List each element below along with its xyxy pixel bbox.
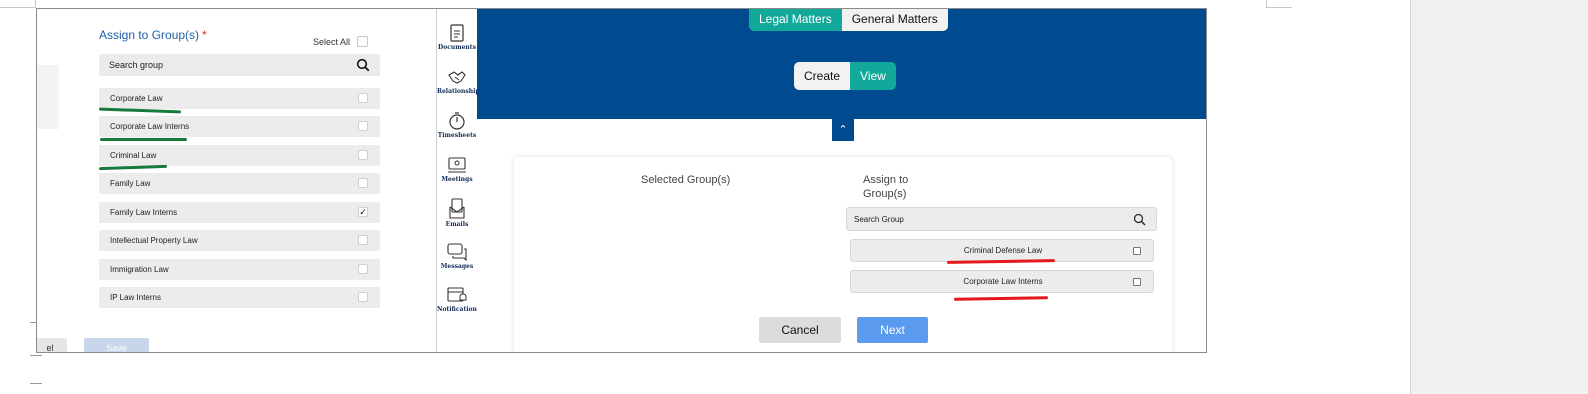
- stopwatch-icon: [437, 111, 477, 131]
- select-all-checkbox[interactable]: [357, 36, 368, 47]
- group-item-label: Immigration Law: [110, 265, 169, 274]
- group-checkbox[interactable]: [358, 235, 368, 245]
- group-item-corporate-law-interns[interactable]: Corporate Law Interns: [99, 116, 380, 137]
- group-checkbox[interactable]: [358, 264, 368, 274]
- required-mark: *: [202, 28, 207, 42]
- assign-groups-card: Selected Group(s) Assign to Group(s) Sea…: [514, 157, 1172, 352]
- green-underline-annotation: [100, 138, 187, 141]
- assign-groups-panel: Assign to Group(s) * Select All Search gr…: [37, 9, 436, 352]
- assign-to-groups-label: Assign to Group(s): [863, 174, 909, 200]
- group-checkbox-checked[interactable]: ✓: [358, 207, 368, 217]
- mode-toggle: Create View: [794, 62, 896, 90]
- meeting-icon: [437, 155, 477, 175]
- handshake-icon: [437, 67, 477, 87]
- group-item-criminal-law[interactable]: Criminal Law: [99, 145, 380, 166]
- margin-tick: [30, 383, 42, 384]
- sidebar-item-label: Meetings: [441, 176, 473, 183]
- group-checkbox[interactable]: [358, 93, 368, 103]
- group-item-label: Corporate Law: [110, 94, 163, 103]
- sidebar-item-notifications[interactable]: Notifications: [437, 285, 481, 313]
- group-checkbox[interactable]: [1133, 278, 1141, 286]
- search-group-field[interactable]: Search Group: [846, 207, 1157, 231]
- sidebar-item-timesheets[interactable]: Timesheets: [437, 111, 477, 139]
- cancel-button[interactable]: Cancel: [759, 317, 841, 343]
- group-checkbox[interactable]: [358, 150, 368, 160]
- tab-legal-matters[interactable]: Legal Matters: [749, 9, 842, 31]
- group-checkbox[interactable]: [358, 292, 368, 302]
- sidebar-item-label: Emails: [445, 221, 469, 228]
- panel-edge: [37, 65, 59, 129]
- group-item-label: Criminal Defense Law: [963, 246, 1043, 255]
- group-item-label: Corporate Law Interns: [110, 122, 190, 131]
- search-icon[interactable]: [1133, 213, 1146, 231]
- sidebar-item-label: Notifications: [437, 306, 481, 313]
- group-checkbox[interactable]: [358, 121, 368, 131]
- group-item-immigration-law[interactable]: Immigration Law: [99, 259, 380, 280]
- search-group-placeholder: Search group: [109, 60, 164, 70]
- select-all-label: Select All: [313, 37, 351, 47]
- group-checkbox[interactable]: [358, 178, 368, 188]
- sidebar-item-relationships[interactable]: Relationships: [437, 67, 483, 95]
- group-item-corporate-law-interns[interactable]: Corporate Law Interns: [850, 270, 1154, 293]
- tab-view[interactable]: View: [850, 62, 896, 90]
- page-margin-mark: [1266, 0, 1292, 8]
- matters-view: Legal Matters General Matters Create Vie…: [477, 9, 1206, 352]
- collapse-chevron-up-icon[interactable]: ⌃: [832, 119, 854, 141]
- group-item-family-law-interns[interactable]: Family Law Interns ✓: [99, 202, 380, 223]
- group-item-corporate-law[interactable]: Corporate Law: [99, 88, 380, 109]
- group-item-family-law[interactable]: Family Law: [99, 173, 380, 194]
- tab-create[interactable]: Create: [794, 62, 851, 90]
- documents-icon: [437, 23, 477, 43]
- selected-groups-label: Selected Group(s): [641, 174, 731, 186]
- matters-header: Legal Matters General Matters Create Vie…: [477, 9, 1206, 119]
- sidebar-item-meetings[interactable]: Meetings: [437, 155, 477, 183]
- sidebar-item-label: Messages: [440, 263, 474, 270]
- margin-tick: [30, 355, 42, 356]
- group-item-label: Family Law Interns: [110, 208, 178, 217]
- group-item-criminal-defense-law[interactable]: Criminal Defense Law: [850, 239, 1154, 262]
- module-sidebar: Documents Relationships Timesheets Meeti…: [436, 9, 483, 352]
- group-item-intellectual-property-law[interactable]: Intellectual Property Law: [99, 230, 380, 251]
- cancel-button[interactable]: el: [37, 338, 67, 352]
- group-item-label: IP Law Interns: [110, 293, 161, 302]
- tab-general-matters[interactable]: General Matters: [841, 9, 948, 31]
- sidebar-item-messages[interactable]: Messages: [437, 242, 477, 270]
- save-button[interactable]: Save: [84, 338, 149, 352]
- sidebar-item-label: Timesheets: [437, 132, 477, 139]
- matter-type-toggle: Legal Matters General Matters: [749, 9, 948, 31]
- embedded-screenshot: Assign to Group(s) * Select All Search gr…: [36, 8, 1207, 353]
- calendar-bell-icon: [437, 285, 477, 305]
- email-icon: [437, 198, 477, 220]
- group-item-label: Corporate Law Interns: [963, 277, 1043, 286]
- next-button[interactable]: Next: [857, 317, 928, 343]
- chat-icon: [437, 242, 477, 262]
- sidebar-item-label: Relationships: [437, 88, 483, 95]
- group-item-label: Intellectual Property Law: [110, 236, 198, 245]
- group-item-label: Criminal Law: [110, 151, 157, 160]
- sidebar-item-emails[interactable]: Emails: [437, 198, 477, 228]
- red-underline-annotation: [946, 259, 1056, 264]
- assign-groups-title: Assign to Group(s) *: [99, 28, 207, 42]
- group-item-ip-law-interns[interactable]: IP Law Interns: [99, 287, 380, 308]
- group-checkbox[interactable]: [1133, 247, 1141, 255]
- search-icon[interactable]: [356, 58, 370, 77]
- group-item-label: Family Law: [110, 179, 151, 188]
- assign-groups-title-text: Assign to Group(s): [99, 28, 200, 42]
- search-group-input[interactable]: Search group: [99, 54, 380, 76]
- page-margin-mark: [0, 0, 36, 8]
- editor-gutter: [1410, 0, 1588, 394]
- red-underline-annotation: [953, 296, 1049, 301]
- sidebar-item-documents[interactable]: Documents: [437, 23, 477, 51]
- sidebar-item-label: Documents: [438, 44, 476, 51]
- search-group-placeholder: Search Group: [854, 215, 904, 224]
